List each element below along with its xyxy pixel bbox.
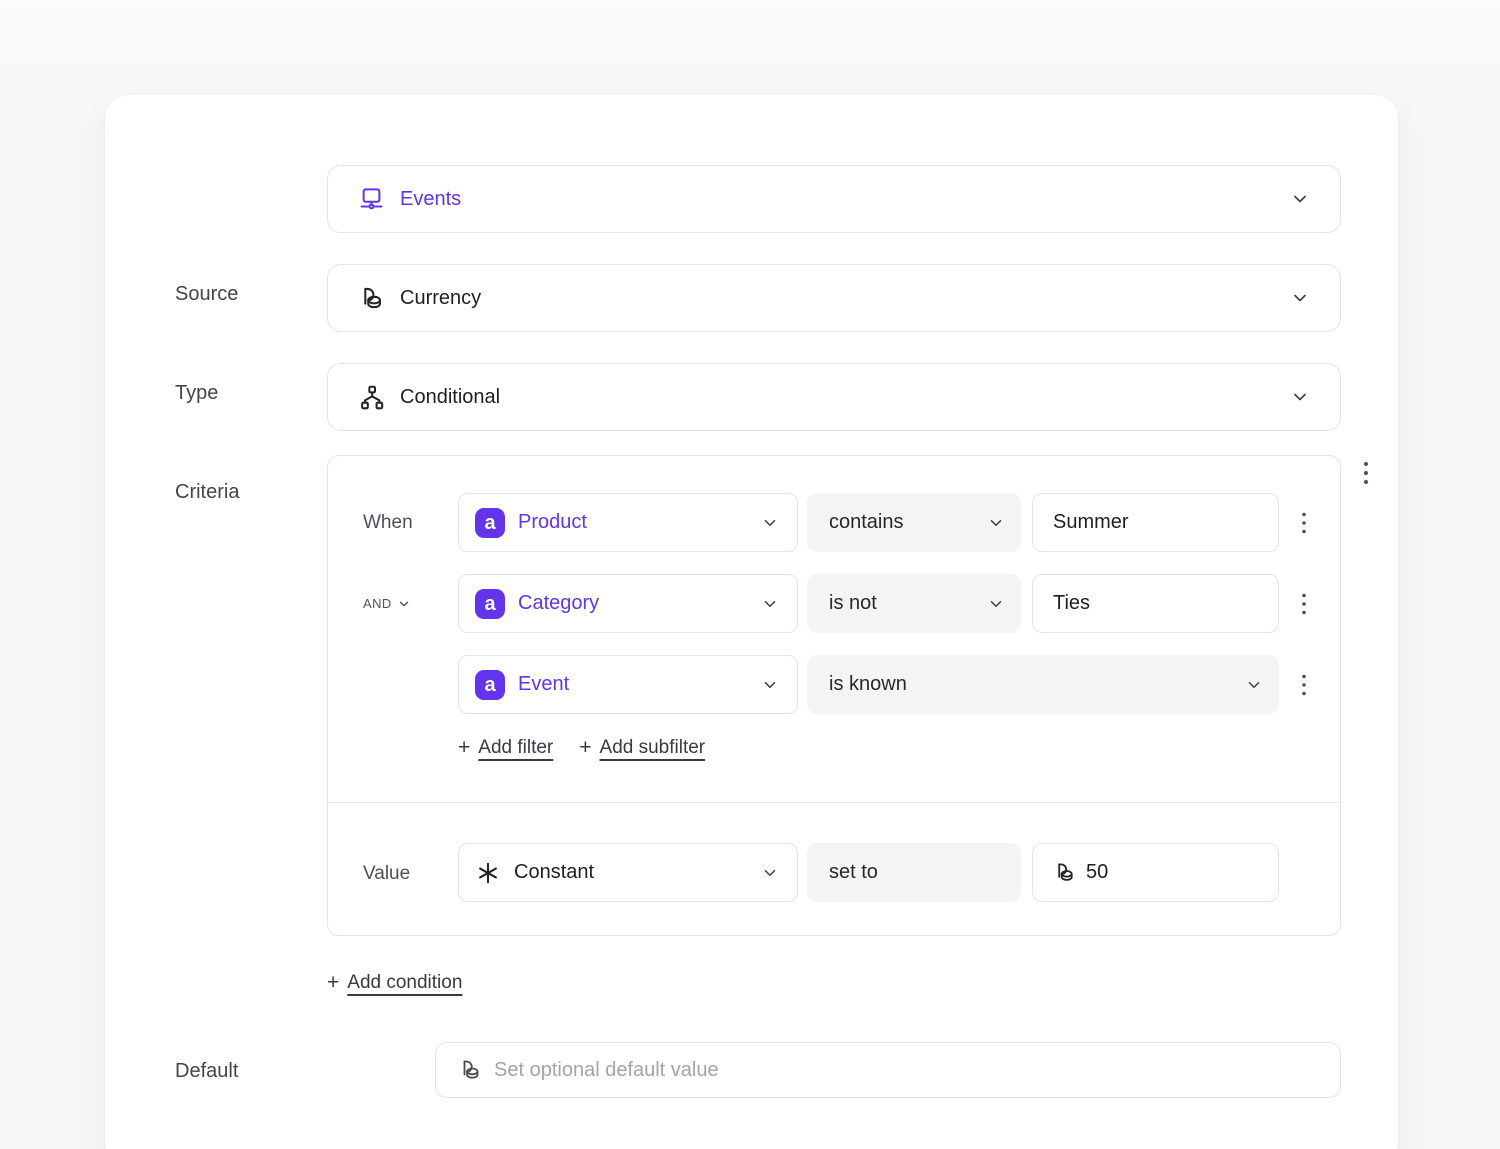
type-label: Type: [175, 383, 218, 403]
config-card: Source Events Type: [105, 95, 1398, 1149]
filter-links-row: + Add filter + Add subfilter: [458, 736, 705, 760]
property-select-product[interactable]: a Product: [458, 493, 798, 552]
events-node-icon: [358, 186, 385, 213]
plus-icon: +: [327, 971, 339, 995]
add-filter-button[interactable]: + Add filter: [458, 736, 553, 760]
value-amount-input[interactable]: [1076, 844, 1264, 901]
value-type-value: Constant: [514, 861, 594, 884]
chevron-down-icon: [1245, 676, 1263, 694]
chevron-down-icon: [397, 597, 411, 611]
criteria-value: Conditional: [400, 386, 500, 409]
operator-value: is not: [829, 592, 877, 615]
kebab-menu-icon: [1296, 673, 1312, 697]
chevron-down-icon: [1290, 288, 1310, 308]
filter-row-menu-button[interactable]: [1290, 655, 1318, 714]
filter-row: a Event is known: [328, 655, 1340, 714]
and-or-toggle[interactable]: AND: [363, 596, 411, 611]
property-value: Product: [518, 511, 587, 534]
chevron-down-icon: [1290, 189, 1310, 209]
divider: [328, 802, 1340, 803]
add-condition-button[interactable]: + Add condition: [327, 971, 462, 995]
chevron-down-icon: [987, 595, 1005, 613]
filter-row: When a Product contains: [328, 493, 1340, 552]
filter-value-input[interactable]: [1039, 575, 1262, 632]
filter-value-field: [1032, 574, 1279, 633]
add-subfilter-button[interactable]: + Add subfilter: [579, 736, 705, 760]
attribute-badge-icon: a: [475, 670, 505, 700]
value-type-select[interactable]: Constant: [458, 843, 798, 902]
condition-block-menu-button[interactable]: [1353, 453, 1379, 493]
value-amount-field: [1032, 843, 1279, 902]
operator-value: is known: [829, 673, 907, 696]
chevron-down-icon: [761, 595, 779, 613]
property-select-category[interactable]: a Category: [458, 574, 798, 633]
filter-value-input[interactable]: [1039, 494, 1262, 551]
property-value: Category: [518, 592, 599, 615]
chevron-down-icon: [761, 514, 779, 532]
operator-value: contains: [829, 511, 904, 534]
when-label: When: [363, 512, 413, 534]
chevron-down-icon: [761, 676, 779, 694]
operator-select-is-not[interactable]: is not: [807, 574, 1021, 633]
currency-coins-icon: [458, 1058, 482, 1082]
condition-block: When a Product contains: [327, 455, 1341, 936]
value-row: Value Constant set to: [328, 843, 1340, 902]
source-select[interactable]: Events: [327, 165, 1341, 233]
default-value-field: [435, 1042, 1341, 1098]
criteria-label: Criteria: [175, 482, 239, 502]
value-operator-field: set to: [807, 843, 1021, 902]
attribute-badge-icon: a: [475, 589, 505, 619]
chevron-down-icon: [987, 514, 1005, 532]
constant-asterisk-icon: [475, 860, 501, 886]
kebab-menu-icon: [1357, 460, 1375, 486]
operator-select-is-known[interactable]: is known: [807, 655, 1279, 714]
currency-coins-icon: [358, 285, 385, 312]
chevron-down-icon: [761, 864, 779, 882]
filter-row: AND a Category is not: [328, 574, 1340, 633]
plus-icon: +: [458, 736, 470, 760]
chevron-down-icon: [1290, 387, 1310, 407]
page-background: Source Events Type: [0, 0, 1500, 1149]
and-label: AND: [363, 596, 392, 611]
value-label: Value: [363, 863, 410, 885]
filter-row-menu-button[interactable]: [1290, 574, 1318, 633]
filter-value-field: [1032, 493, 1279, 552]
property-value: Event: [518, 673, 569, 696]
kebab-menu-icon: [1296, 592, 1312, 616]
plus-icon: +: [579, 736, 591, 760]
default-label: Default: [175, 1060, 238, 1083]
type-select[interactable]: Currency: [327, 264, 1341, 332]
conditional-branch-icon: [358, 384, 385, 411]
default-value-input[interactable]: [482, 1043, 1320, 1097]
property-select-event[interactable]: a Event: [458, 655, 798, 714]
currency-coins-icon: [1053, 861, 1076, 884]
value-operator: set to: [829, 861, 878, 884]
operator-select-contains[interactable]: contains: [807, 493, 1021, 552]
type-value: Currency: [400, 287, 481, 310]
attribute-badge-icon: a: [475, 508, 505, 538]
criteria-select[interactable]: Conditional: [327, 363, 1341, 431]
kebab-menu-icon: [1296, 511, 1312, 535]
source-value: Events: [400, 188, 461, 211]
source-label: Source: [175, 284, 238, 304]
filter-row-menu-button[interactable]: [1290, 493, 1318, 552]
